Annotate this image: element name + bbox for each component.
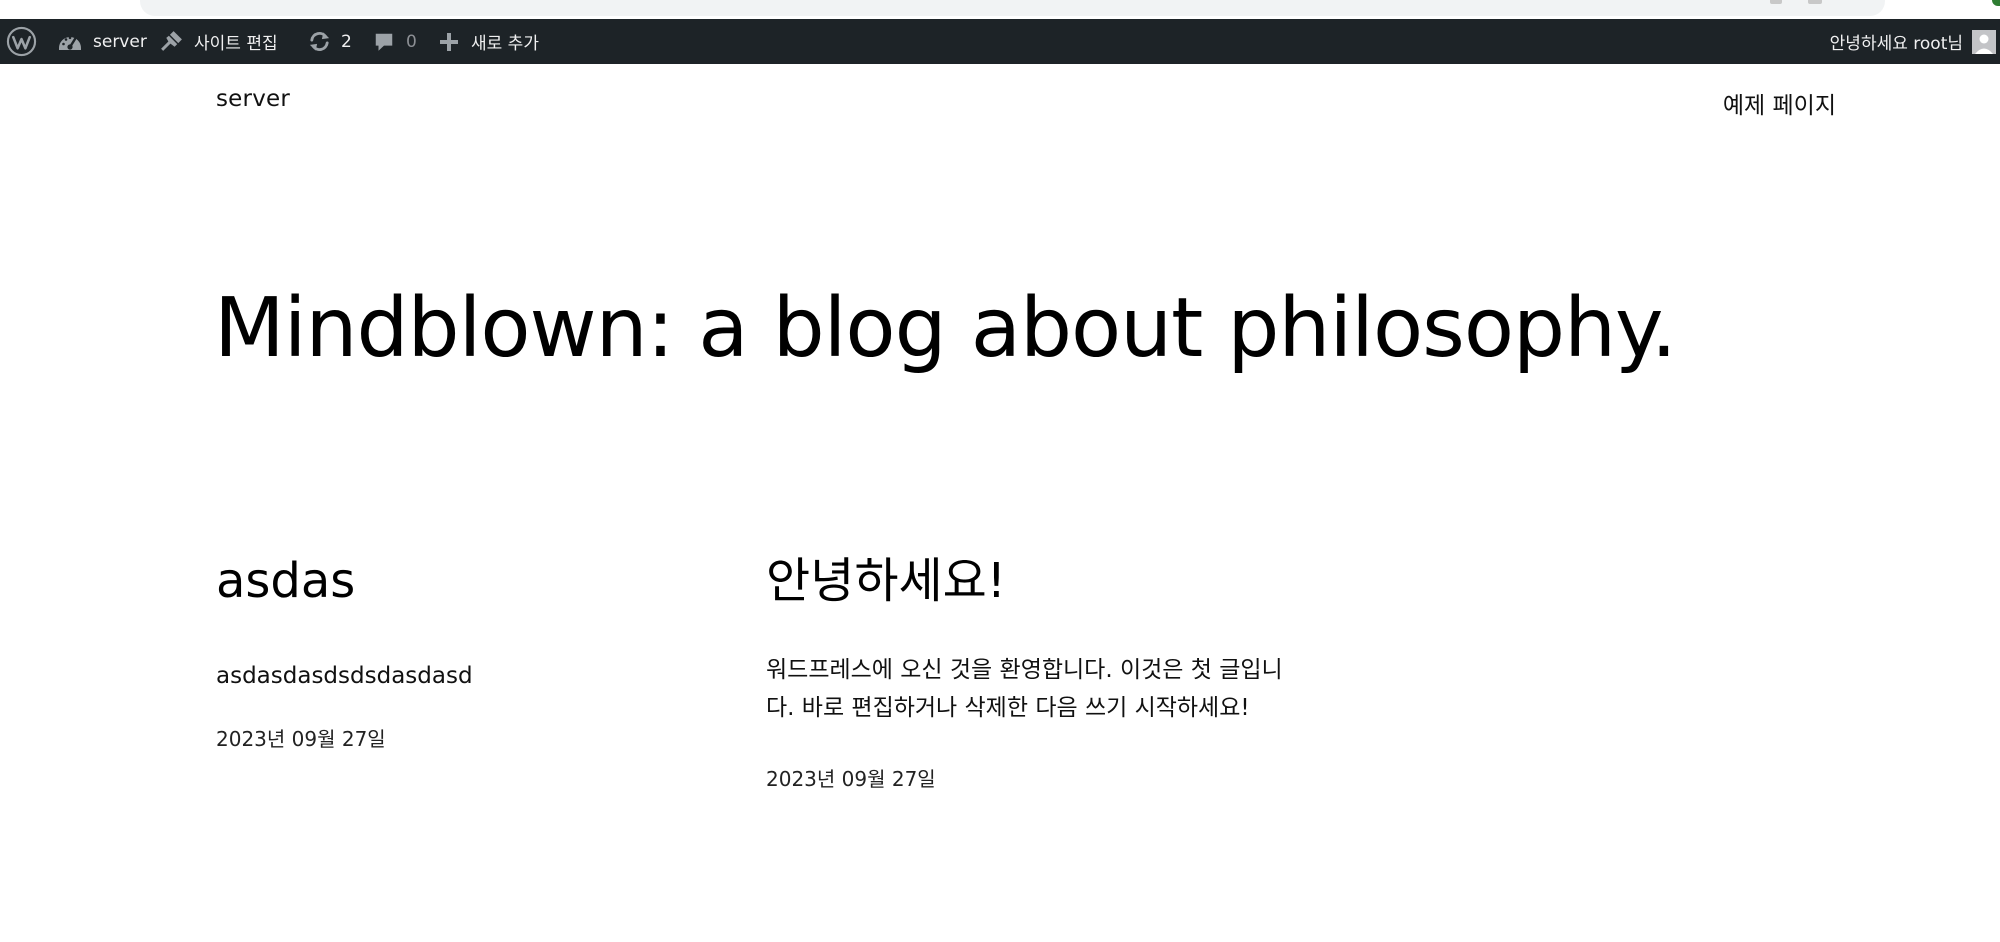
- admin-bar-updates-count: 2: [341, 31, 352, 52]
- post-excerpt: 워드프레스에 오신 것을 환영합니다. 이것은 첫 글입니다. 바로 편집하거나…: [766, 657, 1283, 722]
- admin-bar-site-menu[interactable]: server: [58, 19, 147, 64]
- admin-bar: server 사이트 편집 2 0 새로 추가 안녕하세요 root님: [0, 19, 2000, 64]
- admin-bar-edit-site[interactable]: 사이트 편집: [159, 19, 278, 64]
- post-title-link[interactable]: asdas: [216, 553, 696, 609]
- site-title-link[interactable]: server: [216, 86, 290, 112]
- plus-icon: [439, 32, 459, 52]
- updates-refresh-icon: [307, 30, 332, 53]
- post-card: 안녕하세요! 워드프레스에 오신 것을 환영합니다. 이것은 첫 글입니다. 바…: [766, 553, 1286, 792]
- admin-bar-comments-count: 0: [406, 31, 417, 52]
- admin-bar-edit-site-label: 사이트 편집: [194, 34, 278, 54]
- admin-bar-new-content[interactable]: 새로 추가: [439, 19, 539, 64]
- post-title-link[interactable]: 안녕하세요!: [766, 553, 1286, 609]
- admin-bar-my-account[interactable]: 안녕하세요 root님: [1830, 19, 2000, 64]
- post-date: 2023년 09월 27일: [216, 727, 386, 752]
- post-excerpt: asdasdasdsdsdasdasd: [216, 663, 473, 690]
- brush-icon: [159, 29, 184, 54]
- post-date: 2023년 09월 27일: [766, 767, 936, 792]
- wordpress-logo-icon[interactable]: [6, 19, 37, 64]
- nav-link-sample-page[interactable]: 예제 페이지: [1723, 86, 1836, 120]
- admin-bar-comments[interactable]: 0: [373, 19, 417, 64]
- comment-bubble-icon: [373, 31, 395, 53]
- admin-bar-greeting: 안녕하세요 root님: [1829, 34, 1963, 54]
- browser-address-bar[interactable]: [140, 0, 1885, 16]
- admin-bar-new-content-label: 새로 추가: [471, 34, 539, 54]
- admin-bar-updates[interactable]: 2: [307, 19, 352, 64]
- dashboard-gauge-icon: [58, 31, 82, 53]
- browser-toolbar: [0, 0, 2000, 19]
- admin-bar-site-name: server: [93, 31, 147, 52]
- browser-extension-icon[interactable]: [1808, 0, 1822, 4]
- browser-profile-icon[interactable]: [1992, 0, 2000, 6]
- user-avatar-icon: [1972, 29, 1996, 54]
- post-card: asdas asdasdasdsdsdasdasd 2023년 09월 27일: [216, 553, 696, 752]
- browser-extension-icon[interactable]: [1770, 0, 1782, 4]
- page-hero-title: Mindblown: a blog about philosophy.: [214, 281, 1677, 376]
